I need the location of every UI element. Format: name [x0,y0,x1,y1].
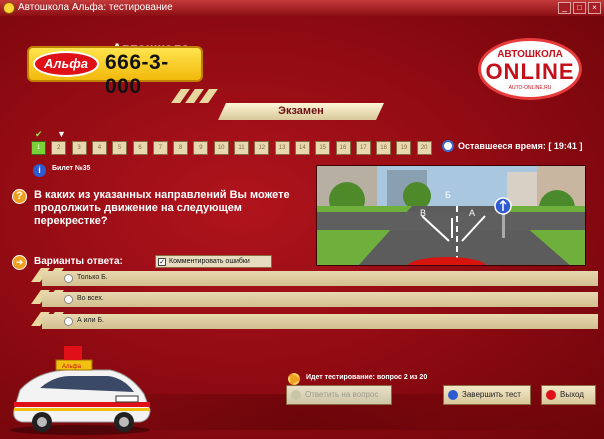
clock-icon [442,140,454,152]
question-number-button[interactable]: 6 [132,141,148,155]
question-icon: ? [12,189,27,204]
label-v: В [420,208,426,218]
answer-text: Только Б. [77,274,108,281]
exam-section-title: Экзамен [278,105,324,117]
comment-errors-label: Комментировать ошибки [169,258,250,265]
answer-option[interactable]: А или Б. [42,314,598,329]
question-number-button[interactable]: 12 [254,141,270,155]
question-number-button[interactable]: 5 [112,141,128,155]
answer-question-label: Ответить на вопрос [305,390,379,399]
answers-arrow-icon: ➜ [12,255,27,270]
answer-text: А или Б. [77,317,105,324]
answer-radio[interactable] [64,317,73,326]
exit-x-icon [546,390,556,400]
question-number-button[interactable]: 15 [315,141,331,155]
window-title: Автошкола Альфа: тестирование [18,2,173,13]
question-number-button[interactable]: 10 [213,141,229,155]
question-number-button[interactable]: 20 [416,141,432,155]
gear-icon [288,373,300,385]
testing-status: Идет тестирование: вопрос 2 из 20 [306,374,428,381]
online-logo-site: AUTO-ONLINE.RU [508,85,552,91]
online-logo-main: ONLINE [485,59,575,84]
comment-errors-checkbox[interactable]: ✓ Комментировать ошибки [155,255,272,268]
question-image: А Б В [316,165,586,266]
logo-banner: Альфа 666-3-000 [27,46,203,98]
answered-check-icon: ✔ [35,129,43,139]
window-titlebar: Автошкола Альфа: тестирование _ □ × [0,0,604,16]
question-number-button[interactable]: 14 [294,141,310,155]
answer-question-button[interactable]: Ответить на вопрос [286,385,392,405]
info-icon: i [33,164,46,177]
exit-button[interactable]: Выход [541,385,596,405]
question-number-button[interactable]: 19 [396,141,412,155]
driving-school-car-image: Альфа [6,344,154,436]
question-number-button[interactable]: 2 [51,141,67,155]
ticket-number: Билет №35 [52,165,91,172]
maximize-button[interactable]: □ [573,2,586,14]
question-number-button[interactable]: 1 [31,141,46,155]
question-number-button[interactable]: 3 [71,141,87,155]
answer-radio[interactable] [64,295,73,304]
exit-label: Выход [560,390,584,399]
finish-flag-icon [448,390,458,400]
finish-test-label: Завершить тест [462,390,521,399]
label-a: А [469,208,475,218]
answer-option[interactable]: Во всех. [42,292,598,307]
timer-label: Оставшееся время: [ 19:41 ] [458,141,583,151]
label-b: Б [445,190,451,200]
question-number-button[interactable]: 11 [234,141,249,155]
answers-label: Варианты ответа: [34,256,123,267]
question-number-button[interactable]: 17 [355,141,371,155]
app-main: Автошкола Альфа 666-3-000 АВТОШКОЛА ONLI… [0,16,604,439]
question-number-button[interactable]: 18 [376,141,392,155]
answer-option[interactable]: Только Б. [42,271,598,286]
car-roof-sign: Альфа [62,364,82,370]
decor-stripes [171,89,218,103]
online-school-logo: АВТОШКОЛА ONLINE AUTO-ONLINE.RU [478,38,582,100]
question-number-button[interactable]: 9 [193,141,209,155]
app-icon [3,2,15,14]
question-number-button[interactable]: 8 [173,141,189,155]
current-question-marker-icon: ▼ [57,129,66,139]
question-number-button[interactable]: 4 [91,141,107,155]
checkbox-check-icon: ✓ [158,258,166,266]
question-number-button[interactable]: 16 [335,141,351,155]
brand-logo: Альфа [33,51,99,77]
checkmark-icon [291,390,301,400]
close-button[interactable]: × [588,2,601,14]
minimize-button[interactable]: _ [558,2,571,14]
answer-text: Во всех. [77,295,104,302]
question-number-button[interactable]: 7 [152,141,168,155]
question-text: В каких из указанных направлений Вы може… [34,189,290,227]
answer-radio[interactable] [64,274,73,283]
question-number-button[interactable]: 13 [274,141,290,155]
finish-test-button[interactable]: Завершить тест [443,385,531,405]
